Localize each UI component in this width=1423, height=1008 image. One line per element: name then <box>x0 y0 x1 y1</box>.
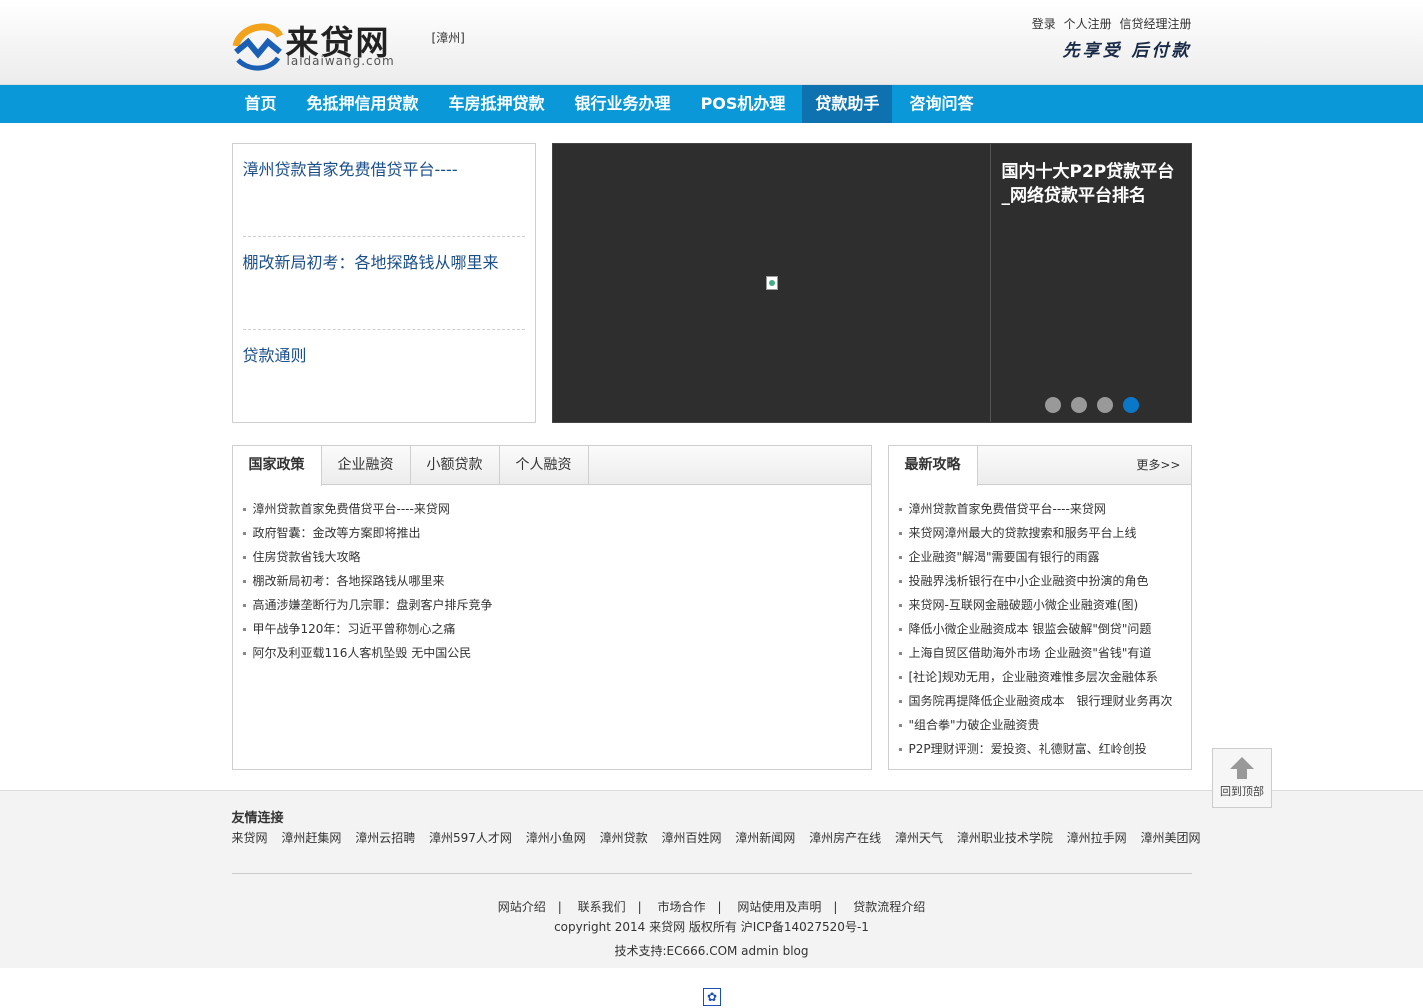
headline-item: 棚改新局初考：各地探路钱从哪里来 <box>242 237 525 330</box>
nav-item-home[interactable]: 首页 <box>232 85 290 123</box>
headline-link[interactable]: 棚改新局初考：各地探路钱从哪里来 <box>243 253 499 272</box>
list-item[interactable]: 企业融资"解渴"需要国有银行的雨露 <box>898 545 1181 569</box>
headline-link[interactable]: 漳州贷款首家免费借贷平台---- <box>243 160 458 179</box>
slider-dot-active[interactable] <box>1122 397 1139 413</box>
back-to-top-label: 回到顶部 <box>1220 785 1264 798</box>
content-row: 国家政策 企业融资 小额贷款 个人融资 漳州贷款首家免费借贷平台----来贷网 … <box>231 445 1192 770</box>
slider-dot[interactable] <box>1070 397 1087 413</box>
list-item[interactable]: 漳州贷款首家免费借贷平台----来贷网 <box>898 497 1181 521</box>
headline-link[interactable]: 贷款通则 <box>243 346 307 365</box>
nav-item-credit-loan[interactable]: 免抵押信用贷款 <box>294 85 432 123</box>
friend-link[interactable]: 漳州云招聘 <box>355 831 415 845</box>
friend-link[interactable]: 漳州贷款 <box>600 831 648 845</box>
latest-guides-panel: 最新攻略 更多>> 漳州贷款首家免费借贷平台----来贷网 来贷网漳州最大的贷款… <box>887 445 1192 770</box>
friend-link[interactable]: 漳州职业技术学院 <box>957 831 1053 845</box>
slider-dots <box>1044 397 1149 413</box>
slide-caption[interactable]: 国内十大P2P贷款平台_网络贷款平台排名 <box>1002 160 1182 208</box>
tab-personal-financing[interactable]: 个人融资 <box>500 446 589 485</box>
list-item[interactable]: 甲午战争120年：习近平曾称刎心之痛 <box>242 617 861 641</box>
footer-link-cooperation[interactable]: 市场合作 <box>657 900 705 914</box>
list-item[interactable]: 投融界浅析银行在中小企业融资中扮演的角色 <box>898 569 1181 593</box>
tab-small-loan[interactable]: 小额贷款 <box>411 446 500 485</box>
nav-item-qa[interactable]: 咨询问答 <box>896 85 986 123</box>
personal-register-link[interactable]: 个人注册 <box>1064 17 1112 31</box>
back-to-top-button[interactable]: 回到顶部 <box>1212 748 1272 808</box>
footer-link-terms[interactable]: 网站使用及声明 <box>737 900 821 914</box>
list-item[interactable]: 降低小微企业融资成本 银监会破解"倒贷"问题 <box>898 617 1181 641</box>
list-item[interactable]: 来贷网-互联网金融破题小微企业融资难(图) <box>898 593 1181 617</box>
headline-item: 漳州贷款首家免费借贷平台---- <box>242 144 525 237</box>
friend-link[interactable]: 漳州天气 <box>895 831 943 845</box>
list-item[interactable]: 高通涉嫌垄断行为几宗罪：盘剥客户排斥竞争 <box>242 593 861 617</box>
friend-link[interactable]: 漳州房产在线 <box>809 831 881 845</box>
list-item[interactable]: 阿尔及利亚载116人客机坠毁 无中国公民 <box>242 641 861 665</box>
category-tabs-panel: 国家政策 企业融资 小额贷款 个人融资 漳州贷款首家免费借贷平台----来贷网 … <box>231 445 872 770</box>
top-links: 登录 个人注册 信贷经理注册 <box>1028 15 1192 32</box>
footer-links: 网站介绍 | 联系我们 | 市场合作 | 网站使用及声明 | 贷款流程介绍 <box>497 900 926 914</box>
friend-link[interactable]: 漳州赶集网 <box>281 831 341 845</box>
city-selector[interactable]: [漳州] <box>432 29 465 46</box>
list-item[interactable]: P2P理财评测：爱投资、礼德财富、红岭创投 <box>898 737 1181 761</box>
friend-link[interactable]: 漳州百姓网 <box>661 831 721 845</box>
friend-links-title: 友情连接 <box>231 811 284 826</box>
friend-links: 来贷网 漳州赶集网 漳州云招聘 漳州597人才网 漳州小鱼网 漳州贷款 漳州百姓… <box>232 829 1202 873</box>
headline-item: 贷款通则 <box>243 330 525 423</box>
site-header: 来贷网 laidaiwang.com [漳州] 登录 个人注册 信贷经理注册 先… <box>0 0 1423 85</box>
friend-link[interactable]: 漳州597人才网 <box>429 831 512 845</box>
image-slider[interactable]: 国内十大P2P贷款平台_网络贷款平台排名 <box>551 143 1192 423</box>
list-item[interactable]: [社论]规劝无用，企业融资难惟多层次金融体系 <box>898 665 1181 689</box>
footer-link-process[interactable]: 贷款流程介绍 <box>853 900 925 914</box>
broken-image-icon <box>765 276 778 290</box>
more-link[interactable]: 更多>> <box>1136 446 1180 485</box>
site-footer: 友情连接 来贷网 漳州赶集网 漳州云招聘 漳州597人才网 漳州小鱼网 漳州贷款… <box>0 790 1423 968</box>
login-link[interactable]: 登录 <box>1032 17 1056 31</box>
paw-icon[interactable]: ✿ <box>703 988 721 1006</box>
list-item[interactable]: 政府智囊：金改等方案即将推出 <box>242 521 861 545</box>
list-item[interactable]: 国务院再提降低企业融资成本 银行理财业务再次 <box>898 689 1181 713</box>
tech-support: 技术支持:EC666.COM admin blog <box>614 944 809 958</box>
list-item[interactable]: 漳州贷款首家免费借贷平台----来贷网 <box>242 497 861 521</box>
nav-item-pos[interactable]: POS机办理 <box>688 85 799 123</box>
nav-item-bank-service[interactable]: 银行业务办理 <box>562 85 684 123</box>
list-item[interactable]: 住房贷款省钱大攻略 <box>242 545 861 569</box>
tab-article-list: 漳州贷款首家免费借贷平台----来贷网 政府智囊：金改等方案即将推出 住房贷款省… <box>233 485 871 665</box>
guide-list: 漳州贷款首家免费借贷平台----来贷网 来贷网漳州最大的贷款搜索和服务平台上线 … <box>889 485 1191 761</box>
friend-link[interactable]: 漳州拉手网 <box>1067 831 1127 845</box>
tab-bar: 国家政策 企业融资 小额贷款 个人融资 <box>232 446 871 486</box>
headline-box: 漳州贷款首家免费借贷平台---- 棚改新局初考：各地探路钱从哪里来 贷款通则 <box>231 143 536 423</box>
nav-item-mortgage-loan[interactable]: 车房抵押贷款 <box>436 85 558 123</box>
slide-image[interactable] <box>553 144 991 422</box>
logo-mark-icon <box>232 23 283 71</box>
list-item[interactable]: 上海自贸区借助海外市场 企业融资"省钱"有道 <box>898 641 1181 665</box>
nav-item-loan-assistant[interactable]: 贷款助手 <box>802 85 893 123</box>
tab-national-policy[interactable]: 国家政策 <box>232 446 322 486</box>
slider-dot[interactable] <box>1096 397 1113 413</box>
list-item[interactable]: "组合拳"力破企业融资贵 <box>898 713 1181 737</box>
slogan: 先享受 后付款 <box>1062 41 1192 61</box>
tab-enterprise-financing[interactable]: 企业融资 <box>322 446 411 485</box>
friend-link[interactable]: 漳州美团网 <box>1141 831 1201 845</box>
side-header: 最新攻略 更多>> <box>888 446 1191 486</box>
copyright: copyright 2014 来贷网 版权所有 沪ICP备14027520号-1 <box>554 920 869 934</box>
arrow-up-icon <box>1230 757 1254 769</box>
latest-guides-title: 最新攻略 <box>888 446 978 486</box>
footer-link-contact[interactable]: 联系我们 <box>578 900 626 914</box>
logo-domain: laidaiwang.com <box>286 54 395 68</box>
slider-dot[interactable] <box>1044 397 1061 413</box>
friend-link[interactable]: 来贷网 <box>232 831 268 845</box>
list-item[interactable]: 来贷网漳州最大的贷款搜索和服务平台上线 <box>898 521 1181 545</box>
banner-row: 漳州贷款首家免费借贷平台---- 棚改新局初考：各地探路钱从哪里来 贷款通则 国… <box>231 123 1192 445</box>
footer-link-about[interactable]: 网站介绍 <box>498 900 546 914</box>
manager-register-link[interactable]: 信贷经理注册 <box>1119 17 1191 31</box>
friend-link[interactable]: 漳州小鱼网 <box>526 831 586 845</box>
site-logo[interactable]: 来贷网 laidaiwang.com <box>232 14 402 72</box>
friend-link[interactable]: 漳州新闻网 <box>735 831 795 845</box>
list-item[interactable]: 棚改新局初考：各地探路钱从哪里来 <box>242 569 861 593</box>
main-nav: 首页 免抵押信用贷款 车房抵押贷款 银行业务办理 POS机办理 贷款助手 咨询问… <box>0 85 1423 123</box>
